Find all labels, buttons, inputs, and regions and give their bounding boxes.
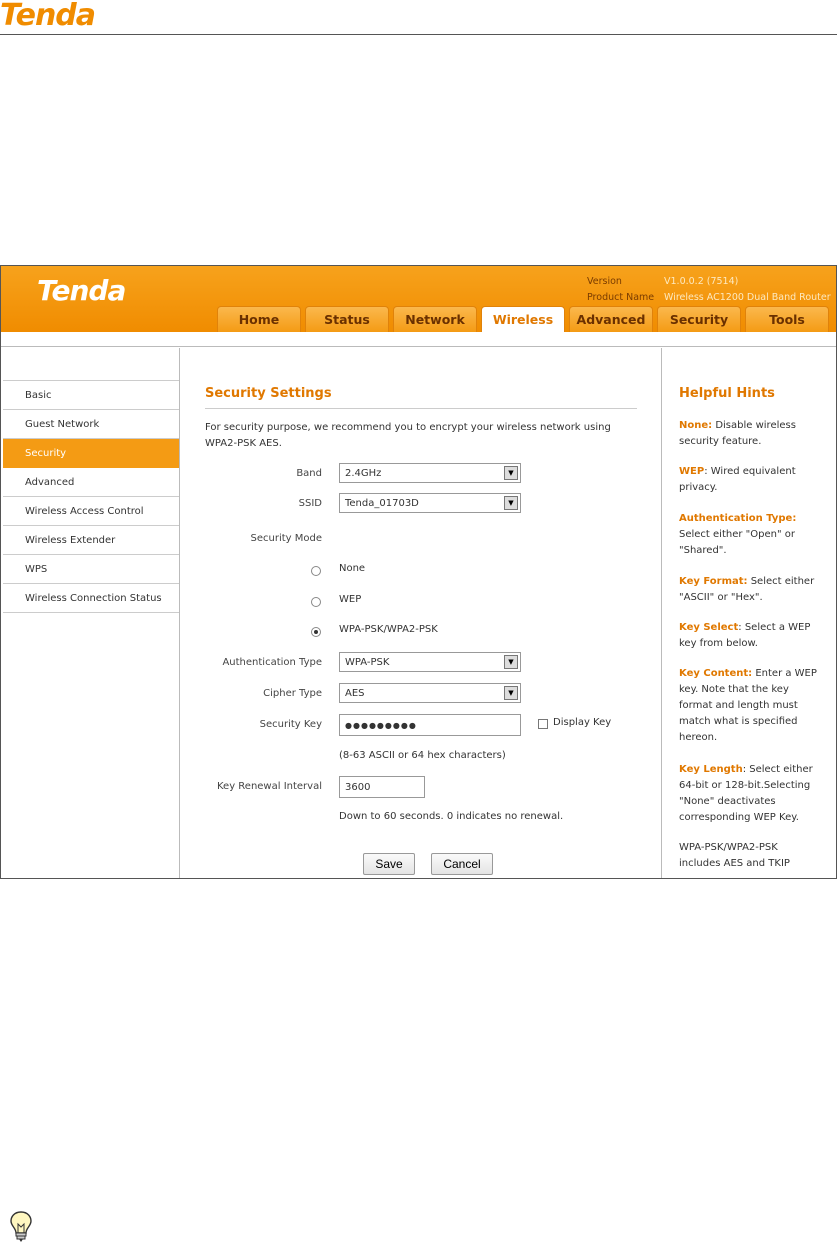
band-select[interactable]: 2.4GHz ▼ [339, 463, 521, 483]
header-strip [1, 332, 836, 347]
sidebar-item-wps[interactable]: WPS [3, 555, 179, 584]
key-renewal-hint: Down to 60 seconds. 0 indicates no renew… [339, 811, 564, 822]
cancel-button[interactable]: Cancel [431, 853, 493, 875]
band-label: Band [296, 468, 322, 479]
chevron-down-icon: ▼ [504, 655, 518, 669]
chevron-down-icon: ▼ [504, 466, 518, 480]
hint-wpa: WPA-PSK/WPA2-PSK includes AES and TKIP [679, 842, 790, 869]
helpful-hints-panel: Helpful Hints None: Disable wireless sec… [661, 348, 836, 878]
security-mode-label: Security Mode [250, 533, 323, 544]
chevron-down-icon: ▼ [504, 496, 518, 510]
document-logo: Tenda [0, 0, 96, 33]
sidebar-menu: Basic Guest Network Security Advanced Wi… [3, 380, 179, 613]
save-button[interactable]: Save [363, 853, 415, 875]
page-title: Security Settings [205, 386, 332, 401]
security-mode-none-label: None [339, 563, 366, 574]
router-ui-screenshot: Tenda Version V1.0.0.2 (7514) Product Na… [0, 265, 837, 879]
key-renewal-input[interactable]: 3600 [339, 776, 425, 798]
hint-key-content: Key Content: Enter a WEP key. Note that … [679, 668, 817, 743]
hint-wep: WEP: Wired equivalent privacy. [679, 466, 796, 493]
tab-security[interactable]: Security [657, 306, 741, 332]
app-header: Tenda Version V1.0.0.2 (7514) Product Na… [1, 266, 836, 332]
security-mode-wep-radio[interactable] [311, 597, 321, 607]
hint-key-format: Key Format: Select either "ASCII" or "He… [679, 576, 815, 603]
security-mode-wep-label: WEP [339, 594, 362, 605]
sidebar-item-wireless-access-control[interactable]: Wireless Access Control [3, 497, 179, 526]
lightbulb-icon [10, 1211, 32, 1242]
hints-title: Helpful Hints [679, 386, 775, 401]
security-mode-wpa-label: WPA-PSK/WPA2-PSK [339, 624, 438, 635]
main-panel: Security Settings For security purpose, … [181, 348, 659, 878]
tab-wireless[interactable]: Wireless [481, 306, 565, 332]
auth-type-select[interactable]: WPA-PSK ▼ [339, 652, 521, 672]
title-divider [205, 408, 637, 409]
intro-text: For security purpose, we recommend you t… [205, 422, 611, 449]
display-key-label: Display Key [553, 717, 612, 728]
cipher-type-select[interactable]: AES ▼ [339, 683, 521, 703]
version-label: Version [587, 276, 622, 287]
header-rule [0, 34, 837, 35]
tab-status[interactable]: Status [305, 306, 389, 332]
version-value: V1.0.0.2 (7514) [664, 276, 739, 287]
security-key-label: Security Key [259, 719, 322, 730]
tab-advanced[interactable]: Advanced [569, 306, 653, 332]
sidebar-item-security[interactable]: Security [3, 439, 179, 468]
auth-type-label: Authentication Type [222, 657, 322, 668]
sidebar-item-wireless-connection-status[interactable]: Wireless Connection Status [3, 584, 179, 613]
chevron-down-icon: ▼ [504, 686, 518, 700]
product-name-label: Product Name [587, 292, 655, 303]
main-nav-tabs: Home Status Network Wireless Advanced Se… [217, 306, 829, 332]
brand-logo: Tenda [37, 274, 126, 307]
ssid-select-value: Tenda_01703D [345, 497, 419, 509]
hint-auth-type: Authentication Type: Select either "Open… [679, 513, 797, 556]
cipher-type-select-value: AES [345, 687, 365, 699]
security-mode-wpa-radio[interactable] [311, 627, 321, 637]
key-renewal-label: Key Renewal Interval [216, 781, 322, 792]
auth-type-select-value: WPA-PSK [345, 656, 390, 668]
ssid-select[interactable]: Tenda_01703D ▼ [339, 493, 521, 513]
security-mode-none-radio[interactable] [311, 566, 321, 576]
sidebar-item-guest-network[interactable]: Guest Network [3, 410, 179, 439]
hint-key-select: Key Select: Select a WEP key from below. [679, 622, 811, 649]
hint-key-length: Key Length: Select either 64-bit or 128-… [679, 764, 813, 823]
tab-home[interactable]: Home [217, 306, 301, 332]
sidebar-item-wireless-extender[interactable]: Wireless Extender [3, 526, 179, 555]
tab-tools[interactable]: Tools [745, 306, 829, 332]
sidebar: Basic Guest Network Security Advanced Wi… [3, 348, 180, 878]
sidebar-item-basic[interactable]: Basic [3, 381, 179, 410]
security-key-hint: (8-63 ASCII or 64 hex characters) [339, 750, 506, 761]
hint-none: None: Disable wireless security feature. [679, 420, 796, 447]
product-name-value: Wireless AC1200 Dual Band Router [664, 292, 831, 303]
display-key-checkbox[interactable] [538, 719, 548, 729]
cipher-type-label: Cipher Type [263, 688, 322, 699]
sidebar-item-advanced[interactable]: Advanced [3, 468, 179, 497]
tab-network[interactable]: Network [393, 306, 477, 332]
band-select-value: 2.4GHz [345, 467, 382, 479]
ssid-label: SSID [298, 498, 322, 509]
security-key-input[interactable]: ●●●●●●●●● [339, 714, 521, 736]
